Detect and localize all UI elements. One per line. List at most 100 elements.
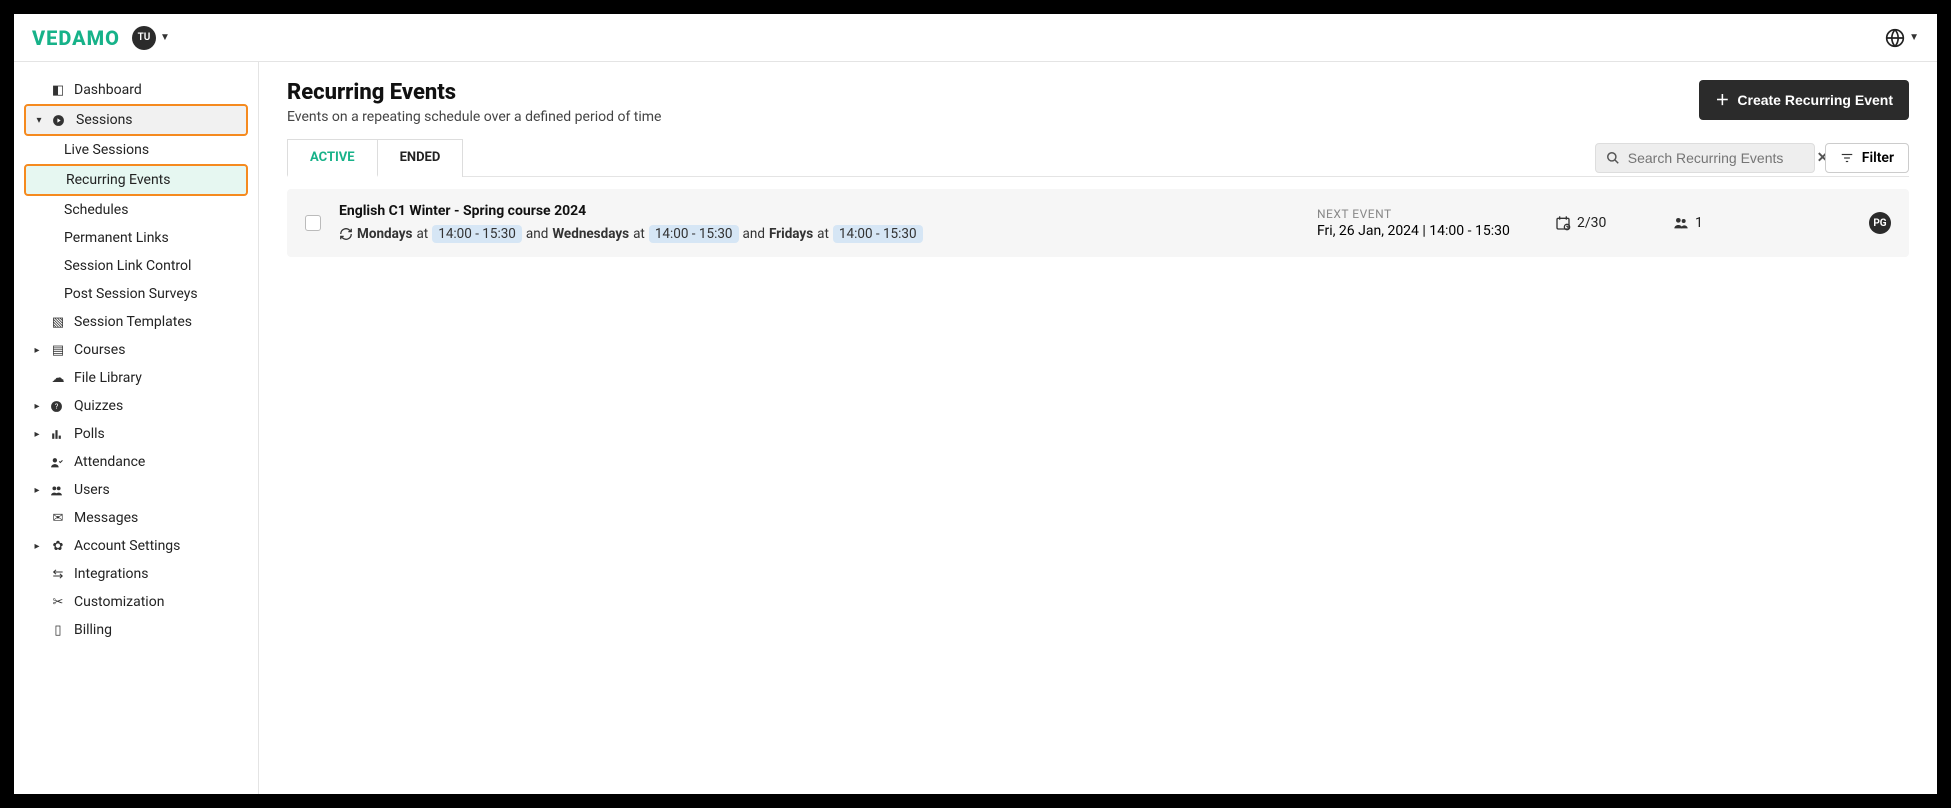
create-recurring-event-button[interactable]: ＋ Create Recurring Event <box>1699 80 1909 120</box>
tabs: ACTIVE ENDED <box>287 139 463 177</box>
event-main-col: English C1 Winter - Spring course 2024 M… <box>339 203 1299 243</box>
top-bar: VEDAMO TU ▼ ▼ <box>14 14 1937 62</box>
sidebar-item-courses[interactable]: ▸ ▤ Courses <box>24 336 248 364</box>
filter-button[interactable]: Filter <box>1825 143 1909 173</box>
sidebar-item-users[interactable]: ▸ Users <box>24 476 248 504</box>
caret-right-icon: ▸ <box>32 429 42 440</box>
tab-ended[interactable]: ENDED <box>378 139 464 177</box>
template-icon: ▧ <box>50 315 66 330</box>
sidebar-label: Account Settings <box>74 538 180 554</box>
mail-icon: ✉ <box>50 511 66 526</box>
sidebar-item-quizzes[interactable]: ▸ ? Quizzes <box>24 392 248 420</box>
integrations-icon: ⇆ <box>50 567 66 582</box>
page-subtitle: Events on a repeating schedule over a de… <box>287 109 661 125</box>
poll-icon <box>50 428 66 441</box>
language-menu[interactable]: ▼ <box>1885 28 1919 48</box>
sidebar-item-customization[interactable]: ✂ Customization <box>24 588 248 616</box>
sidebar-item-session-templates[interactable]: ▧ Session Templates <box>24 308 248 336</box>
caret-down-icon: ▼ <box>1909 32 1919 43</box>
sidebar-label: File Library <box>74 370 142 386</box>
session-count: 2/30 <box>1577 215 1606 231</box>
filter-icon <box>1840 151 1854 165</box>
tab-active[interactable]: ACTIVE <box>287 139 378 177</box>
participants-count: 1 <box>1695 215 1703 231</box>
sidebar-item-session-link-control[interactable]: Session Link Control <box>24 252 248 280</box>
page-header: Recurring Events Events on a repeating s… <box>287 80 1909 125</box>
owner-badge-col: PG <box>1851 212 1891 234</box>
next-event-value: Fri, 26 Jan, 2024 | 14:00 - 15:30 <box>1317 223 1537 239</box>
sidebar-item-polls[interactable]: ▸ Polls <box>24 420 248 448</box>
event-schedule: Mondays at 14:00 - 15:30 and Wednesdays … <box>339 225 1299 243</box>
participants-col: 1 <box>1673 215 1833 231</box>
sidebar-item-file-library[interactable]: ☁ File Library <box>24 364 248 392</box>
event-title: English C1 Winter - Spring course 2024 <box>339 203 1299 219</box>
sidebar-label: Session Templates <box>74 314 192 330</box>
app-frame: VEDAMO TU ▼ ▼ ◧ Dashboard ▾ <box>14 14 1937 794</box>
sidebar-label: Messages <box>74 510 138 526</box>
controls-row: ACTIVE ENDED ✕ Filte <box>287 139 1909 177</box>
at3: at <box>817 226 829 242</box>
at1: at <box>416 226 428 242</box>
play-icon <box>52 114 68 127</box>
sidebar-item-live-sessions[interactable]: Live Sessions <box>24 136 248 164</box>
recurring-icon <box>339 227 353 241</box>
recurring-event-row[interactable]: English C1 Winter - Spring course 2024 M… <box>287 189 1909 257</box>
user-avatar: TU <box>132 26 156 50</box>
sidebar-label: Attendance <box>74 454 145 470</box>
search-icon <box>1606 151 1620 165</box>
sidebar-label: Dashboard <box>74 82 142 98</box>
dashboard-icon: ◧ <box>50 83 66 98</box>
sidebar-label: Integrations <box>74 566 148 582</box>
day1: Mondays <box>357 226 412 242</box>
book-icon: ▤ <box>50 343 66 358</box>
billing-icon: ▯ <box>50 623 66 638</box>
brand-logo: VEDAMO <box>32 26 120 50</box>
caret-right-icon: ▸ <box>32 345 42 356</box>
sidebar-item-schedules[interactable]: Schedules <box>24 196 248 224</box>
users-icon <box>50 484 66 497</box>
attendance-icon <box>50 456 66 469</box>
next-event-label: NEXT EVENT <box>1317 207 1537 221</box>
sidebar-label: Permanent Links <box>64 230 169 246</box>
sidebar-item-dashboard[interactable]: ◧ Dashboard <box>24 76 248 104</box>
day2: Wednesdays <box>552 226 629 242</box>
sidebar-item-integrations[interactable]: ⇆ Integrations <box>24 560 248 588</box>
caret-right-icon: ▸ <box>32 401 42 412</box>
page-title: Recurring Events <box>287 80 661 105</box>
right-controls: ✕ Filter <box>1595 143 1909 173</box>
sidebar-label: Live Sessions <box>64 142 149 158</box>
row-checkbox[interactable] <box>305 215 321 231</box>
sidebar-label: Recurring Events <box>66 172 171 188</box>
sidebar-item-sessions[interactable]: ▾ Sessions 1 <box>24 104 248 136</box>
sidebar-item-post-session-surveys[interactable]: Post Session Surveys <box>24 280 248 308</box>
sidebar-item-messages[interactable]: ✉ Messages <box>24 504 248 532</box>
caret-right-icon: ▸ <box>32 541 42 552</box>
search-input[interactable] <box>1628 150 1809 166</box>
sidebar-label: Courses <box>74 342 125 358</box>
wrench-icon: ✂ <box>50 595 66 610</box>
caret-right-icon: ▸ <box>32 485 42 496</box>
search-box[interactable]: ✕ <box>1595 143 1815 173</box>
sidebar-item-attendance[interactable]: Attendance <box>24 448 248 476</box>
caret-down-icon: ▼ <box>160 32 170 43</box>
sidebar-item-permanent-links[interactable]: Permanent Links <box>24 224 248 252</box>
sidebar-label: Polls <box>74 426 105 442</box>
owner-badge: PG <box>1869 212 1891 234</box>
sidebar-item-account-settings[interactable]: ▸ ✿ Account Settings <box>24 532 248 560</box>
user-menu[interactable]: TU ▼ <box>132 26 170 50</box>
cloud-icon: ☁ <box>50 371 66 386</box>
gear-icon: ✿ <box>50 539 66 554</box>
divider <box>287 176 1909 177</box>
time-chip-1: 14:00 - 15:30 <box>432 225 522 243</box>
participants-icon <box>1673 215 1689 231</box>
quiz-icon: ? <box>50 400 66 413</box>
filter-label: Filter <box>1862 150 1894 166</box>
caret-down-icon: ▾ <box>34 115 44 126</box>
sidebar-item-recurring-events[interactable]: Recurring Events 2 <box>24 164 248 196</box>
time-chip-2: 14:00 - 15:30 <box>649 225 739 243</box>
plus-icon: ＋ <box>1715 90 1729 110</box>
at2: at <box>633 226 645 242</box>
sidebar-item-billing[interactable]: ▯ Billing <box>24 616 248 644</box>
globe-icon <box>1885 28 1905 48</box>
top-bar-left: VEDAMO TU ▼ <box>32 26 170 50</box>
